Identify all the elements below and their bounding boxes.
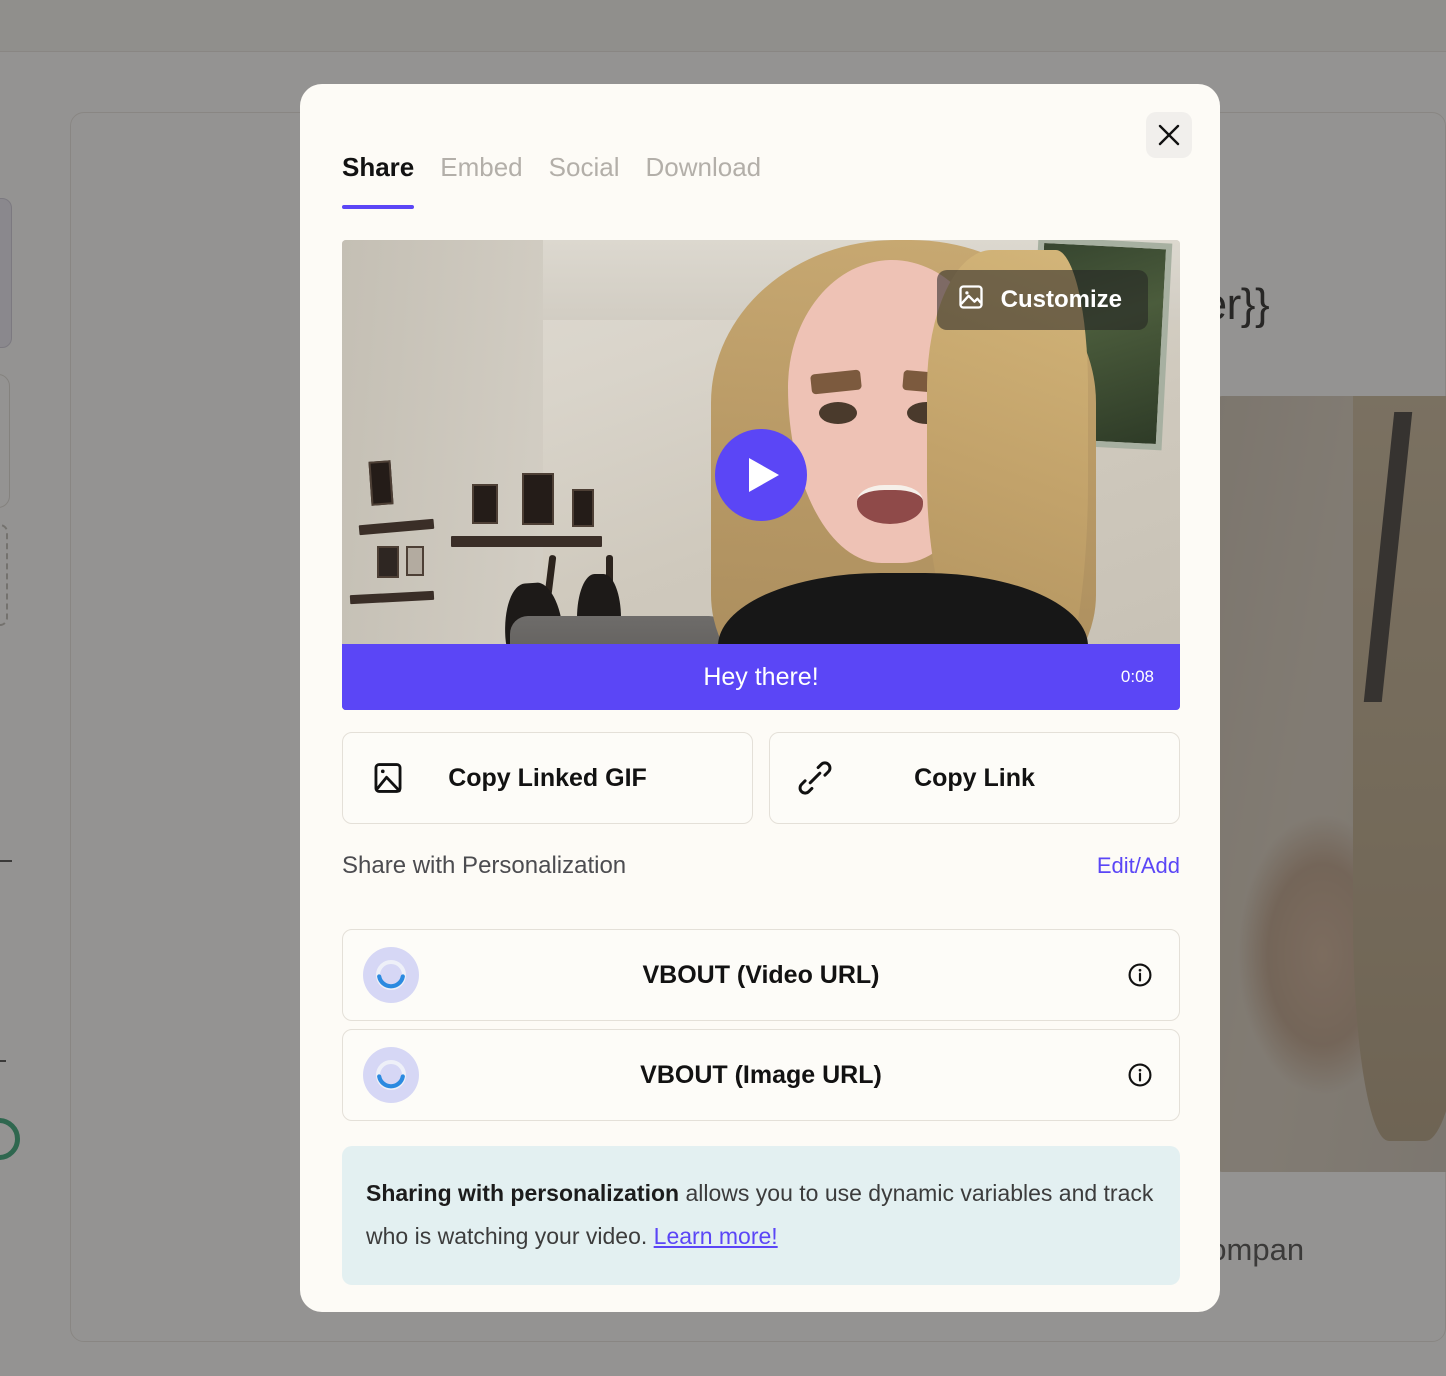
image-icon: [957, 283, 985, 318]
personalization-header: Share with Personalization Edit/Add: [342, 852, 1180, 880]
personalization-row-image-url[interactable]: VBOUT (Image URL): [342, 1029, 1180, 1121]
copy-linked-gif-label: Copy Linked GIF: [448, 763, 647, 792]
video-caption-bar: Hey there! 0:08: [342, 644, 1180, 710]
tab-social[interactable]: Social: [549, 152, 620, 209]
video-duration: 0:08: [1120, 667, 1154, 686]
info-icon[interactable]: [1127, 1062, 1153, 1088]
app-root: Partner}} n help {{compan Share Embed So…: [0, 0, 1446, 1376]
copy-linked-gif-button[interactable]: Copy Linked GIF: [342, 732, 753, 824]
share-modal: Share Embed Social Download Customize He…: [300, 84, 1220, 1312]
video-preview[interactable]: Customize Hey there! 0:08: [342, 240, 1180, 710]
close-icon[interactable]: [1146, 112, 1192, 158]
personalization-row-label: VBOUT (Video URL): [642, 960, 880, 989]
copy-actions: Copy Linked GIF Copy Link: [342, 732, 1180, 824]
info-icon[interactable]: [1127, 962, 1153, 988]
copy-link-label: Copy Link: [914, 763, 1035, 792]
personalization-info-banner: Sharing with personalization allows you …: [342, 1146, 1180, 1286]
customize-button[interactable]: Customize: [936, 270, 1148, 330]
edit-add-link[interactable]: Edit/Add: [1097, 853, 1180, 879]
tab-share[interactable]: Share: [342, 152, 415, 209]
tab-download[interactable]: Download: [645, 152, 761, 209]
personalization-row-label: VBOUT (Image URL): [640, 1060, 882, 1089]
play-icon[interactable]: [715, 429, 807, 521]
personalization-row-video-url[interactable]: VBOUT (Video URL): [342, 929, 1180, 1021]
modal-tabs: Share Embed Social Download: [342, 152, 761, 209]
vbout-logo-icon: [363, 947, 419, 1003]
copy-link-button[interactable]: Copy Link: [769, 732, 1180, 824]
tab-embed[interactable]: Embed: [440, 152, 522, 209]
learn-more-link[interactable]: Learn more!: [654, 1223, 778, 1249]
vbout-logo-icon: [363, 1047, 419, 1103]
image-icon: [371, 761, 405, 795]
video-caption-text: Hey there!: [703, 662, 819, 691]
link-icon: [798, 761, 832, 795]
customize-label: Customize: [1000, 286, 1122, 313]
personalization-title: Share with Personalization: [342, 852, 627, 879]
banner-bold-text: Sharing with personalization: [366, 1180, 680, 1206]
